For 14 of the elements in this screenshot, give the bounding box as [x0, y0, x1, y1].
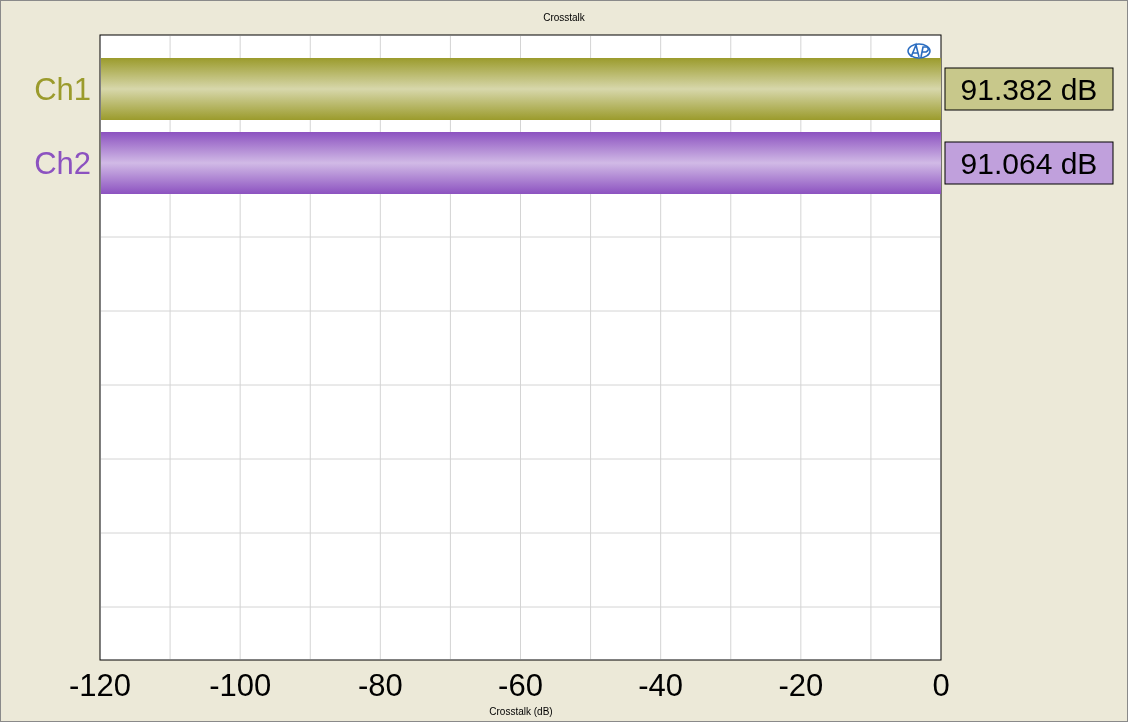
reading-label: 91.382 dB — [944, 67, 1114, 111]
tick-label: -80 — [357, 668, 403, 703]
channel-label: Ch1 — [34, 72, 91, 107]
tick-label: -100 — [209, 668, 272, 703]
channel-label: Ch2 — [34, 146, 91, 181]
tick-label: -40 — [638, 668, 684, 703]
axis-title: Crosstalk (dB) — [489, 706, 553, 717]
tick-label: -20 — [778, 668, 824, 703]
tick-label: 0 — [932, 668, 950, 703]
reading-label: 91.064 dB — [944, 141, 1114, 185]
tick-label: -60 — [498, 668, 543, 703]
logo-icon — [907, 43, 931, 59]
chart-title: Crosstalk — [543, 12, 585, 23]
tick-label: -120 — [69, 668, 131, 703]
